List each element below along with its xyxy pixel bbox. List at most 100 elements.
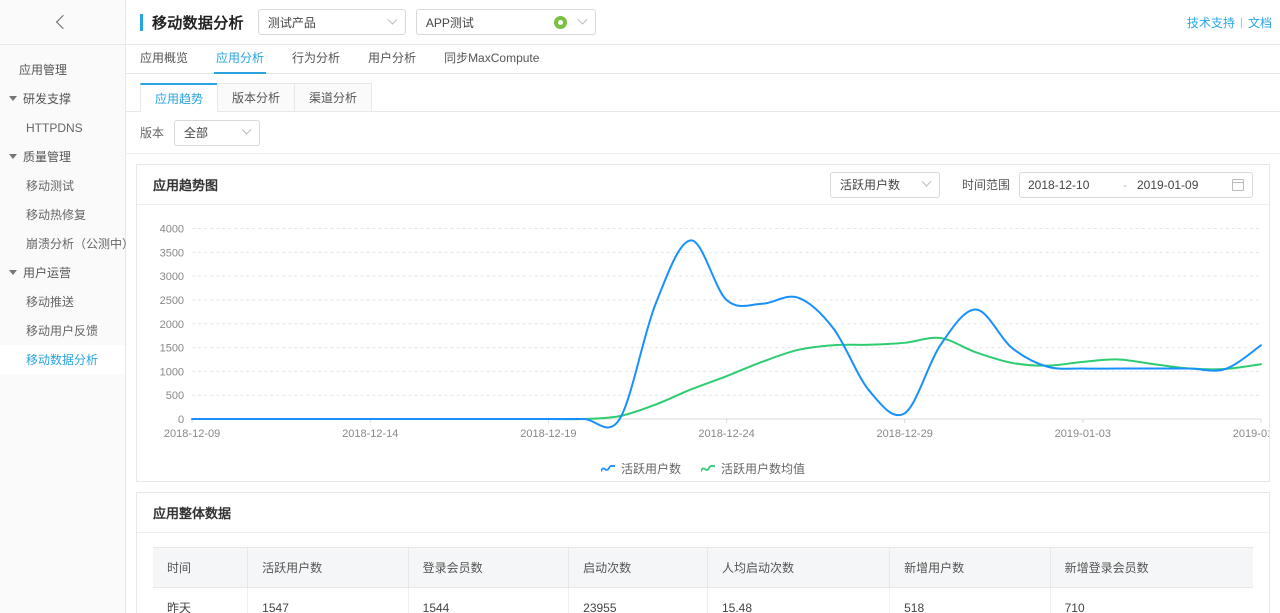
- table-col-5: 新增用户数: [889, 547, 1051, 588]
- version-select[interactable]: 全部: [174, 119, 261, 146]
- table-header-row: 时间 活跃用户数 登录会员数 启动次数 人均启动次数 新增用户数 新增登录会员数: [153, 547, 1253, 588]
- legend-marker: [700, 463, 716, 473]
- doc-link[interactable]: 文档: [1248, 14, 1272, 31]
- sidebar-item-label: 移动推送: [26, 295, 75, 309]
- caret-down-icon: [9, 270, 17, 275]
- table-cell-2: 1544: [408, 587, 570, 613]
- version-select-value: 全部: [184, 126, 209, 140]
- android-icon: [553, 15, 567, 29]
- version-label: 版本: [140, 126, 165, 140]
- caret-down-icon: [9, 154, 17, 159]
- table-col-1: 活跃用户数: [247, 547, 409, 588]
- content-scroll: 应用趋势图 活跃用户数 时间范围 2018-12-10 - 2019-01-09: [126, 154, 1280, 613]
- caret-down-icon: [9, 96, 17, 101]
- table-col-0: 时间: [153, 547, 249, 588]
- tab-3[interactable]: 用户分析: [368, 49, 416, 73]
- product-select-value: 测试产品: [267, 15, 316, 30]
- table-panel-header: 应用整体数据: [137, 493, 1269, 533]
- chart-panel-controls: 活跃用户数 时间范围 2018-12-10 - 2019-01-09: [829, 171, 1253, 198]
- x-axis-tick: 2018-12-09: [164, 428, 220, 440]
- legend-item-0[interactable]: 活跃用户数: [600, 460, 681, 477]
- page-title-wrap: 移动数据分析: [126, 12, 244, 33]
- sidebar-item-5[interactable]: 移动热修复: [0, 200, 125, 229]
- y-axis-tick: 2000: [160, 319, 185, 331]
- app-select-value: APP测试: [425, 15, 474, 30]
- product-select[interactable]: 测试产品: [257, 9, 406, 35]
- x-axis-tick: 2018-12-14: [342, 428, 398, 440]
- sub-tab-1[interactable]: 版本分析: [217, 83, 296, 111]
- sidebar-item-7[interactable]: 用户运营: [0, 258, 125, 287]
- table-col-6: 新增登录会员数: [1050, 547, 1253, 588]
- sub-tab-0[interactable]: 应用趋势: [140, 83, 219, 112]
- tab-1[interactable]: 应用分析: [214, 49, 267, 74]
- support-link[interactable]: 技术支持: [1187, 14, 1235, 31]
- x-axis-tick: 2019-01-03: [1055, 428, 1111, 440]
- sidebar-item-label: HTTPDNS: [26, 120, 83, 135]
- trend-chart: 0 500 1000 1500 2000 2500 3000 3500 4000 2018-12-…: [137, 205, 1280, 455]
- date-range-start: 2018-12-10: [1028, 177, 1090, 192]
- sidebar-item-label: 用户运营: [23, 266, 72, 280]
- sub-tab-2[interactable]: 渠道分析: [294, 83, 373, 111]
- date-range-separator: -: [1123, 177, 1127, 192]
- sidebar-item-9[interactable]: 移动用户反馈: [0, 316, 125, 345]
- title-accent-bar: [140, 13, 143, 31]
- y-axis-tick: 3500: [160, 247, 185, 259]
- filter-bar: 版本 全部: [126, 112, 1280, 154]
- legend-item-1[interactable]: 活跃用户数均值: [700, 460, 806, 477]
- table-cell-5: 518: [889, 587, 1051, 613]
- sidebar-item-label: 崩溃分析（公测中）: [26, 237, 135, 251]
- link-separator: |: [1239, 15, 1243, 29]
- table-panel-title: 应用整体数据: [153, 506, 232, 521]
- metric-select[interactable]: 活跃用户数: [829, 171, 940, 198]
- calendar-icon: [1232, 178, 1244, 191]
- sidebar-item-label: 移动数据分析: [26, 353, 99, 367]
- tab-2[interactable]: 行为分析: [292, 49, 340, 73]
- sidebar-item-label: 移动测试: [26, 179, 75, 193]
- metric-select-value: 活跃用户数: [839, 178, 900, 192]
- tab-4[interactable]: 同步MaxCompute: [444, 49, 539, 73]
- sidebar-item-3[interactable]: 质量管理: [0, 142, 125, 171]
- y-axis-tick: 500: [166, 390, 184, 402]
- sidebar-item-10[interactable]: 移动数据分析: [0, 345, 125, 374]
- sidebar-item-4[interactable]: 移动测试: [0, 171, 125, 200]
- app-select[interactable]: APP测试: [415, 9, 596, 35]
- top-bar: 移动数据分析 测试产品 APP测试 技术支持 | 文档: [126, 0, 1280, 45]
- sidebar-item-6[interactable]: 崩溃分析（公测中）: [0, 229, 134, 258]
- chevron-left-icon: [55, 14, 70, 30]
- sidebar-item-label: 移动热修复: [26, 208, 87, 222]
- table-col-3: 启动次数: [568, 547, 708, 588]
- trend-chart-svg: 0 500 1000 1500 2000 2500 3000 3500 4000 2018-12-…: [160, 224, 1280, 440]
- y-axis-tick: 1500: [160, 343, 185, 355]
- table-head: 时间 活跃用户数 登录会员数 启动次数 人均启动次数 新增用户数 新增登录会员数: [153, 547, 1253, 588]
- chart-panel-title: 应用趋势图: [153, 178, 219, 193]
- y-axis-tick: 2500: [160, 295, 185, 307]
- chevron-down-icon: [241, 124, 252, 135]
- overall-data-table: 时间 活跃用户数 登录会员数 启动次数 人均启动次数 新增用户数 新增登录会员数 昨天 154…: [153, 547, 1253, 613]
- table-col-4: 人均启动次数: [707, 547, 891, 588]
- sidebar-item-8[interactable]: 移动推送: [0, 287, 125, 316]
- sidebar-collapse-button[interactable]: [0, 0, 125, 45]
- top-bar-links: 技术支持 | 文档: [1176, 14, 1272, 31]
- legend-label: 活跃用户数均值: [721, 461, 806, 476]
- page-title: 移动数据分析: [152, 14, 244, 32]
- overall-data-panel: 应用整体数据 时间 活跃用户数 登录会员数 启动次数 人均启动次数 新增用户数 新增登录会员…: [136, 492, 1270, 613]
- table-cell-4: 15.48: [707, 587, 891, 613]
- app-root: 应用管理研发支撑 HTTPDNS 质量管理移动测试移动热修复崩溃分析（公测中） 用户运…: [0, 0, 1280, 613]
- legend-label: 活跃用户数: [620, 461, 681, 476]
- table-cell-3: 23955: [568, 587, 708, 613]
- sidebar-item-label: 应用管理: [19, 63, 68, 77]
- table-cell-0: 昨天: [153, 587, 249, 613]
- sidebar-menu: 应用管理研发支撑 HTTPDNS 质量管理移动测试移动热修复崩溃分析（公测中） 用户运…: [0, 45, 134, 374]
- sidebar-item-0[interactable]: 应用管理: [0, 55, 125, 84]
- sidebar-item-1[interactable]: 研发支撑: [0, 84, 125, 113]
- main-area: 移动数据分析 测试产品 APP测试 技术支持 | 文档 应用概览 应用分析 行为分析…: [126, 0, 1280, 613]
- chevron-down-icon: [387, 14, 398, 25]
- date-range-picker[interactable]: 2018-12-10 - 2019-01-09: [1019, 171, 1253, 198]
- y-axis-tick: 0: [178, 414, 184, 426]
- legend-marker: [600, 463, 616, 473]
- chart-line-活跃用户数均值: [191, 336, 1262, 421]
- x-axis-tick: 2019-01-08: [1233, 428, 1269, 440]
- chart-line-活跃用户数: [191, 239, 1262, 429]
- sidebar-item-2[interactable]: HTTPDNS: [0, 113, 125, 142]
- tab-0[interactable]: 应用概览: [140, 49, 188, 73]
